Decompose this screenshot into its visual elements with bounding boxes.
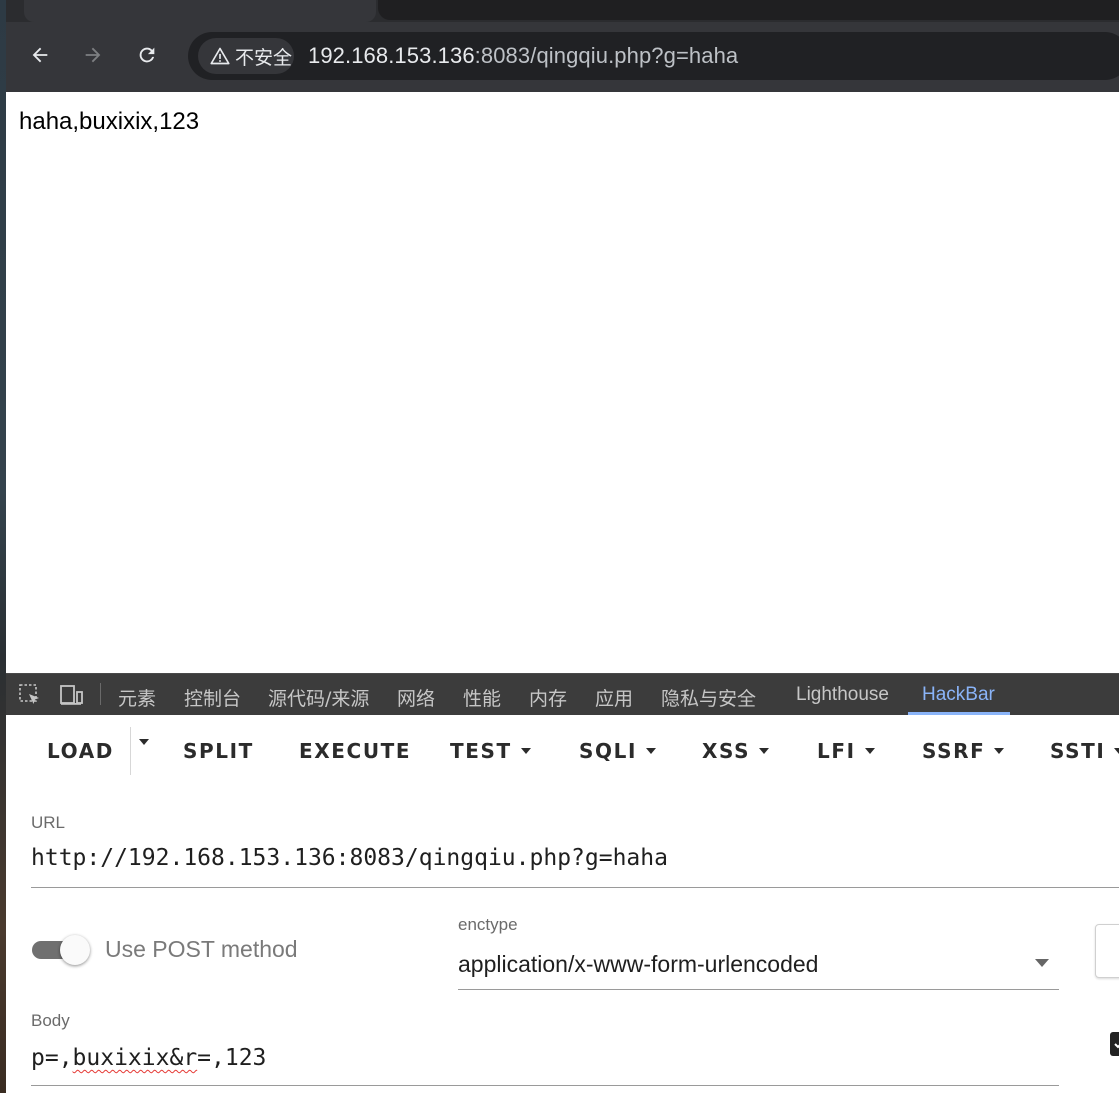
lfi-menu-button[interactable]: LFI xyxy=(817,739,875,763)
chevron-down-icon xyxy=(646,748,656,754)
body-input[interactable]: p=,buxixix&r=,123 xyxy=(31,1045,266,1071)
execute-button-label: EXECUTE xyxy=(299,739,412,763)
address-bar[interactable]: 不安全 192.168.153.136:8083/qingqiu.php?g=h… xyxy=(188,32,1119,80)
warning-triangle-icon xyxy=(210,47,230,65)
sqli-menu-label: SQLI xyxy=(579,739,637,763)
tab-strip xyxy=(6,0,1119,22)
url-display[interactable]: 192.168.153.136:8083/qingqiu.php?g=haha xyxy=(308,43,738,69)
url-field-label: URL xyxy=(31,813,66,832)
body-misspelled-token: buxixix&r xyxy=(72,1045,198,1071)
tab-hackbar[interactable]: HackBar xyxy=(922,684,995,706)
browser-toolbar: 不安全 192.168.153.136:8083/qingqiu.php?g=h… xyxy=(6,22,1119,92)
reload-button[interactable] xyxy=(132,40,162,70)
ssrf-menu-label: SSRF xyxy=(922,739,986,763)
enctype-select[interactable]: application/x-www-form-urlencoded xyxy=(458,947,1059,990)
body-suffix: =,123 xyxy=(197,1045,267,1071)
load-button[interactable]: LOAD xyxy=(47,739,114,763)
execute-button[interactable]: EXECUTE xyxy=(299,739,411,763)
tab-network[interactable]: 网络 xyxy=(397,684,435,711)
enctype-underline xyxy=(458,989,1059,990)
body-checkbox[interactable] xyxy=(1110,1032,1119,1056)
security-indicator[interactable]: 不安全 xyxy=(198,38,294,74)
url-path: :8083/qingqiu.php?g=haha xyxy=(474,43,739,68)
chevron-down-icon xyxy=(1114,748,1119,754)
url-host: 192.168.153.136 xyxy=(308,43,475,68)
checkmark-icon xyxy=(1114,1043,1119,1049)
back-button[interactable] xyxy=(25,40,55,70)
toggle-knob xyxy=(60,935,90,965)
sqli-menu-button[interactable]: SQLI xyxy=(579,739,656,763)
inspect-cursor-icon xyxy=(19,684,39,704)
devtools-separator xyxy=(100,683,101,705)
url-input-underline xyxy=(31,887,1119,888)
arrow-right-icon xyxy=(85,47,101,63)
device-mobile-icon xyxy=(60,685,83,705)
chevron-down-icon xyxy=(759,748,770,754)
split-button-label: SPLIT xyxy=(183,739,254,763)
tab-console[interactable]: 控制台 xyxy=(184,684,241,711)
post-method-toggle[interactable] xyxy=(32,935,92,965)
enctype-label: enctype xyxy=(458,915,518,934)
modify-header-button[interactable] xyxy=(1095,924,1119,978)
desktop-background-strip xyxy=(0,0,6,1093)
ssti-menu-button[interactable]: SSTI xyxy=(1050,739,1119,763)
load-button-label: LOAD xyxy=(47,739,114,763)
tab-performance[interactable]: 性能 xyxy=(463,684,501,711)
chevron-down-icon xyxy=(139,739,149,745)
browser-chrome: 不安全 192.168.153.136:8083/qingqiu.php?g=h… xyxy=(6,0,1119,92)
test-menu-button[interactable]: TEST xyxy=(450,739,531,763)
web-page: haha,buxixix,123 xyxy=(6,92,1119,673)
enctype-selected-value: application/x-www-form-urlencoded xyxy=(458,951,819,977)
xss-menu-button[interactable]: XSS xyxy=(702,739,770,763)
tab-elements[interactable]: 元素 xyxy=(118,684,156,711)
lfi-menu-label: LFI xyxy=(817,739,856,763)
reload-icon xyxy=(139,47,155,63)
tab-privacy-security[interactable]: 隐私与安全 xyxy=(661,684,756,711)
tab-strip-empty-area xyxy=(378,0,1119,20)
post-method-label: Use POST method xyxy=(105,936,298,962)
device-toolbar-button[interactable] xyxy=(59,683,85,707)
url-input[interactable]: http://192.168.153.136:8083/qingqiu.php?… xyxy=(31,845,1119,871)
load-dropdown-button[interactable] xyxy=(130,739,149,745)
browser-tab[interactable] xyxy=(24,0,376,22)
dropdown-arrow-icon xyxy=(1035,959,1049,967)
chevron-down-icon xyxy=(864,748,875,754)
xss-menu-label: XSS xyxy=(702,739,751,763)
security-label: 不安全 xyxy=(235,47,293,69)
chevron-down-icon xyxy=(520,748,531,754)
tab-memory[interactable]: 内存 xyxy=(529,684,567,711)
test-menu-label: TEST xyxy=(450,739,512,763)
ssti-menu-label: SSTI xyxy=(1050,739,1106,763)
arrow-left-icon xyxy=(32,47,48,63)
devtools-tab-bar: 元素 控制台 源代码/来源 网络 性能 内存 应用 隐私与安全 Lighthou… xyxy=(6,673,1119,715)
ssrf-menu-button[interactable]: SSRF xyxy=(922,739,1005,763)
forward-button[interactable] xyxy=(78,40,108,70)
tab-sources[interactable]: 源代码/来源 xyxy=(268,684,369,711)
split-button[interactable]: SPLIT xyxy=(183,739,254,763)
button-divider xyxy=(130,727,131,775)
inspect-element-button[interactable] xyxy=(17,683,43,707)
page-output-text: haha,buxixix,123 xyxy=(19,108,200,135)
tab-application[interactable]: 应用 xyxy=(595,684,633,711)
chevron-down-icon xyxy=(994,748,1005,754)
body-field-label: Body xyxy=(31,1011,70,1030)
body-input-underline xyxy=(31,1085,1059,1086)
tab-lighthouse[interactable]: Lighthouse xyxy=(796,684,889,706)
hackbar-panel: LOAD SPLIT EXECUTE TEST SQLI XSS LFI SSR… xyxy=(6,715,1119,1093)
body-prefix: p=, xyxy=(31,1045,73,1071)
